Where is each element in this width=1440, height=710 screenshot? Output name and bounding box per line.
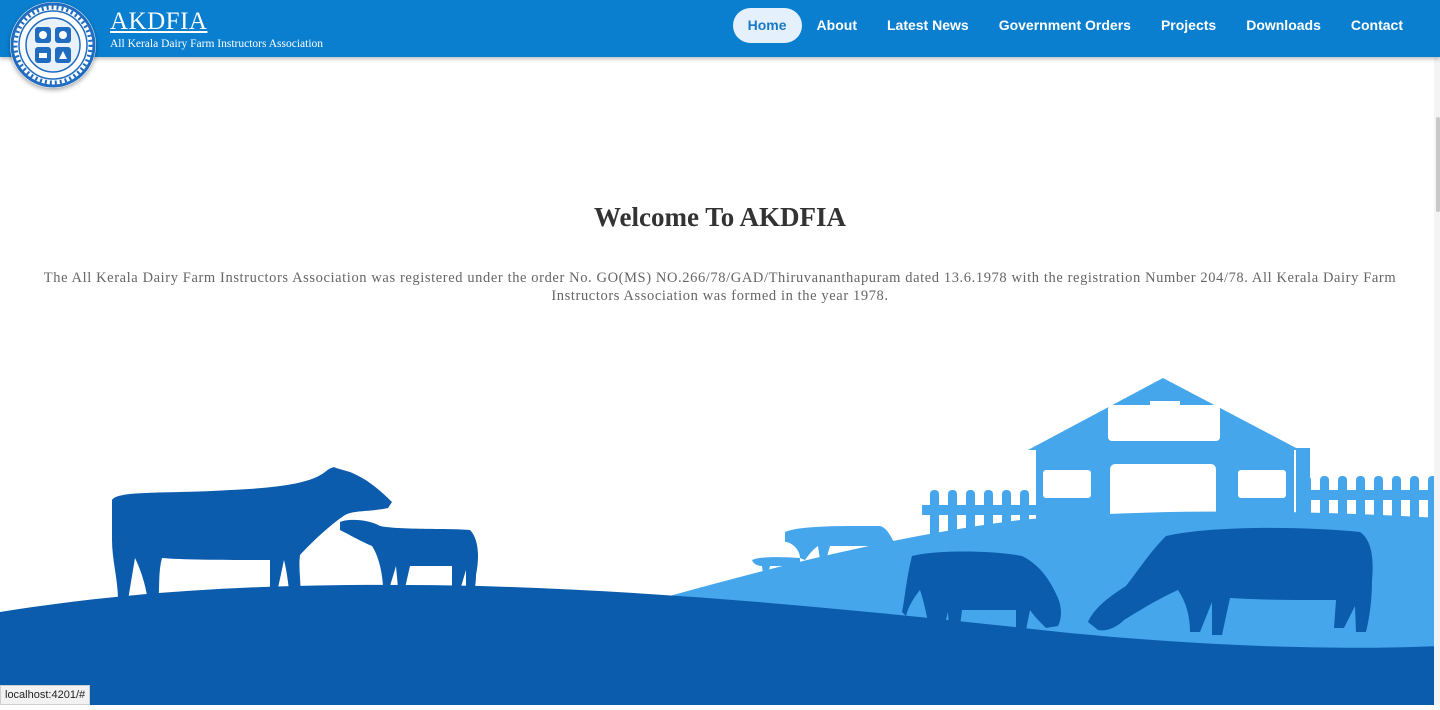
- nav-latest-news[interactable]: Latest News: [872, 8, 984, 43]
- brand-name[interactable]: AKDFIA: [110, 8, 323, 35]
- navbar: AKDFIA All Kerala Dairy Farm Instructors…: [0, 0, 1440, 57]
- nav-contact[interactable]: Contact: [1336, 8, 1418, 43]
- status-url: localhost:4201/#: [0, 685, 91, 705]
- farm-illustration: [0, 360, 1440, 705]
- nav-projects[interactable]: Projects: [1146, 8, 1231, 43]
- seal-graphic: [10, 2, 96, 88]
- page-scrollbar[interactable]: [1434, 57, 1440, 705]
- main-nav: Home About Latest News Government Orders…: [732, 8, 1418, 43]
- scrollbar-thumb[interactable]: [1436, 117, 1440, 212]
- nav-about[interactable]: About: [802, 8, 872, 43]
- nav-downloads[interactable]: Downloads: [1231, 8, 1336, 43]
- calf-icon: [340, 519, 478, 592]
- page-title: Welcome To AKDFIA: [593, 202, 846, 232]
- farm-scene: [0, 378, 1440, 705]
- association-seal-icon[interactable]: [10, 2, 96, 88]
- intro-paragraph: The All Kerala Dairy Farm Instructors As…: [43, 270, 1397, 304]
- nav-home[interactable]: Home: [732, 8, 802, 43]
- brand[interactable]: AKDFIA All Kerala Dairy Farm Instructors…: [110, 8, 323, 51]
- nav-government-orders[interactable]: Government Orders: [984, 8, 1146, 43]
- brand-subtitle: All Kerala Dairy Farm Instructors Associ…: [110, 38, 324, 50]
